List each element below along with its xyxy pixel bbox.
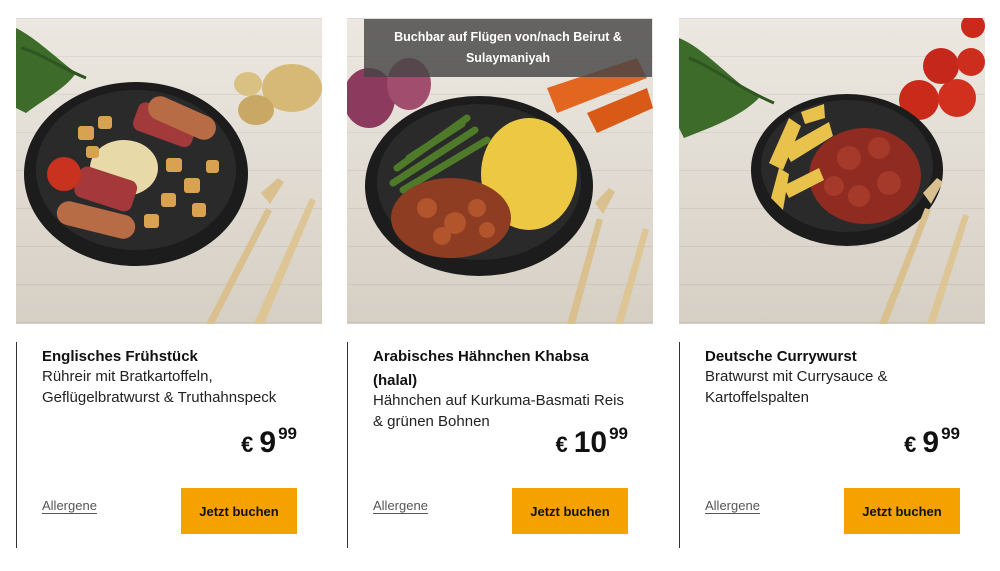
book-now-button[interactable]: Jetzt buchen [512, 488, 628, 534]
meal-description: Bratwurst mit Currysauce & Kartoffelspal… [705, 368, 888, 406]
meal-info-panel: Deutsche Currywurst Bratwurst mit Currys… [679, 342, 986, 548]
meal-title: Arabisches Hähnchen Khabsa (halal) [373, 348, 589, 389]
meal-card-english-breakfast: Englisches Frühstück Rühreir mit Bratkar… [16, 18, 322, 548]
book-now-button[interactable]: Jetzt buchen [844, 488, 960, 534]
price-main: 9 [922, 426, 940, 459]
route-availability-badge: Buchbar auf Flügen von/nach Beirut & Sul… [364, 19, 652, 77]
meal-title: Englisches Frühstück [42, 348, 198, 365]
price-currency: € [241, 432, 254, 457]
meal-info-panel: Englisches Frühstück Rühreir mit Bratkar… [16, 342, 323, 548]
meal-card-list: Englisches Frühstück Rühreir mit Bratkar… [0, 0, 1000, 571]
allergen-link[interactable]: Allergene [705, 498, 760, 513]
khabsa-image: Buchbar auf Flügen von/nach Beirut & Sul… [347, 18, 653, 324]
meal-card-khabsa: Buchbar auf Flügen von/nach Beirut & Sul… [347, 18, 653, 548]
price-cents: 99 [609, 424, 628, 443]
price-main: 9 [259, 426, 277, 459]
price-currency: € [555, 432, 568, 457]
english-breakfast-image [16, 18, 322, 324]
meal-price: €9 99 [904, 424, 960, 460]
price-cents: 99 [278, 424, 297, 443]
price-currency: € [904, 432, 917, 457]
meal-price: €9 99 [241, 424, 297, 460]
price-cents: 99 [941, 424, 960, 443]
allergen-link[interactable]: Allergene [373, 498, 428, 513]
book-now-button[interactable]: Jetzt buchen [181, 488, 297, 534]
price-main: 10 [573, 426, 608, 459]
meal-info-panel: Arabisches Hähnchen Khabsa (halal) Hähnc… [347, 342, 654, 548]
meal-card-currywurst: Deutsche Currywurst Bratwurst mit Currys… [679, 18, 985, 548]
meal-description: Rühreir mit Bratkartoffeln, Geflügelbrat… [42, 368, 277, 406]
meal-title: Deutsche Currywurst [705, 348, 857, 365]
meal-price: €10 99 [555, 424, 628, 460]
allergen-link[interactable]: Allergene [42, 498, 97, 513]
currywurst-image [679, 18, 985, 324]
